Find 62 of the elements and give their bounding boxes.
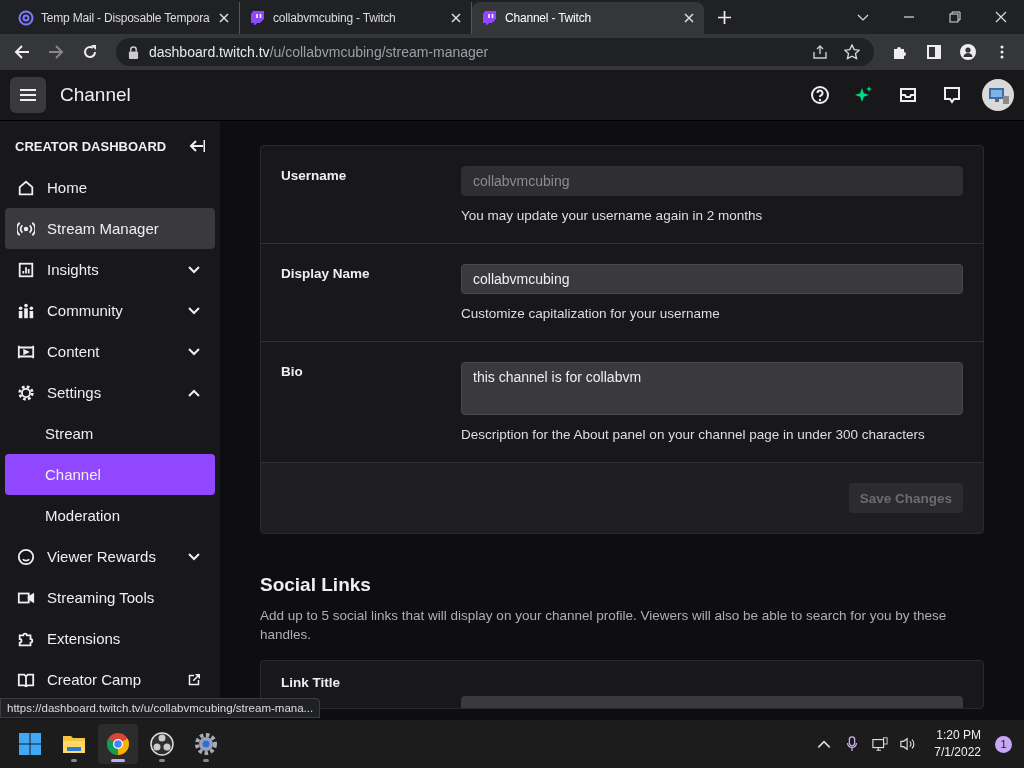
sidebar-item[interactable]: Insights [5,249,215,290]
home-icon [17,178,35,197]
sidebar-heading: CREATOR DASHBOARD [15,138,167,154]
field-label: Username [281,167,348,185]
sidebar-subitem[interactable]: Moderation [5,495,215,536]
chrome-icon [106,732,130,756]
sidebar-subitem[interactable]: Channel [5,454,215,495]
close-icon[interactable] [995,11,1007,23]
help-text: Customize capitalization for your username [461,306,721,321]
address-bar[interactable]: dashboard.twitch.tv/u/collabvmcubing/stream-manager [116,38,874,66]
sidebar-item[interactable]: Stream Manager [5,208,215,249]
twitch-icon [482,10,498,26]
field-label: Link Title [281,674,341,690]
at-sign-icon [18,10,34,26]
tab-title: collabvmcubing - Twitch [273,11,397,25]
close-icon[interactable] [451,13,461,23]
bio-field[interactable]: this channel is for collabvm [461,362,963,415]
sidebar-item[interactable]: Creator Camp [5,659,215,700]
clock-time: 1:20 PM [936,727,981,744]
restore-icon[interactable] [949,11,961,23]
status-url-tooltip: https://dashboard.twitch.tv/u/collabvmcubing/stream-mana... [0,698,321,718]
sidebar-item[interactable]: Home [5,167,215,208]
notification-badge[interactable]: 1 [995,735,1012,753]
url-text: dashboard.twitch.tv/u/collabvmcubing/stream-manager [149,44,489,60]
close-icon[interactable] [684,13,694,23]
lock-icon [128,45,139,59]
browser-tab[interactable]: Channel - Twitch [472,2,704,34]
close-icon[interactable] [219,13,229,23]
link-title-field[interactable] [461,696,963,708]
page-title: Channel [60,84,131,106]
collapse-icon[interactable] [189,139,205,153]
tab-title: Temp Mail - Disposable Tempora [41,11,211,25]
windows-icon [18,732,42,756]
gear-icon [17,383,35,402]
sidebar-item[interactable]: Streaming Tools [5,577,215,618]
obs-icon [150,732,174,756]
smile-icon [17,547,35,566]
sidebar-item[interactable]: Settings [5,372,215,413]
help-text: You may update your username again in 2 months [461,208,764,223]
clock-date: 7/1/2022 [934,744,981,761]
gear-icon [194,732,218,756]
field-label: Bio [281,363,304,381]
people-icon [17,301,35,320]
section-heading: Social Links [260,574,372,596]
tab-title: Channel - Twitch [505,11,592,25]
sidebar-item[interactable]: Extensions [5,618,215,659]
menu-button[interactable] [10,77,46,113]
sidebar-item[interactable]: Content [5,331,215,372]
new-tab-icon[interactable] [718,11,731,24]
sidebar-subitem[interactable]: Stream [5,413,215,454]
broadcast-icon [17,219,35,238]
text-field[interactable]: collabvmcubing [461,264,963,294]
twitch-icon [250,10,266,26]
help-text: Description for the About panel on your channel page in under 300 characters [461,427,926,442]
sidebar-item[interactable]: Community [5,290,215,331]
field-label: Display Name [281,265,371,283]
sidebar-item[interactable]: Viewer Rewards [5,536,215,577]
section-description: Add up to 5 social links that will display on your channel profile. Viewers will also be able to search for you by these handles. [260,607,948,644]
chart-icon [17,260,35,279]
avatar[interactable] [982,79,1014,111]
taskbar-button[interactable] [98,724,138,764]
menu-icon [19,88,37,102]
